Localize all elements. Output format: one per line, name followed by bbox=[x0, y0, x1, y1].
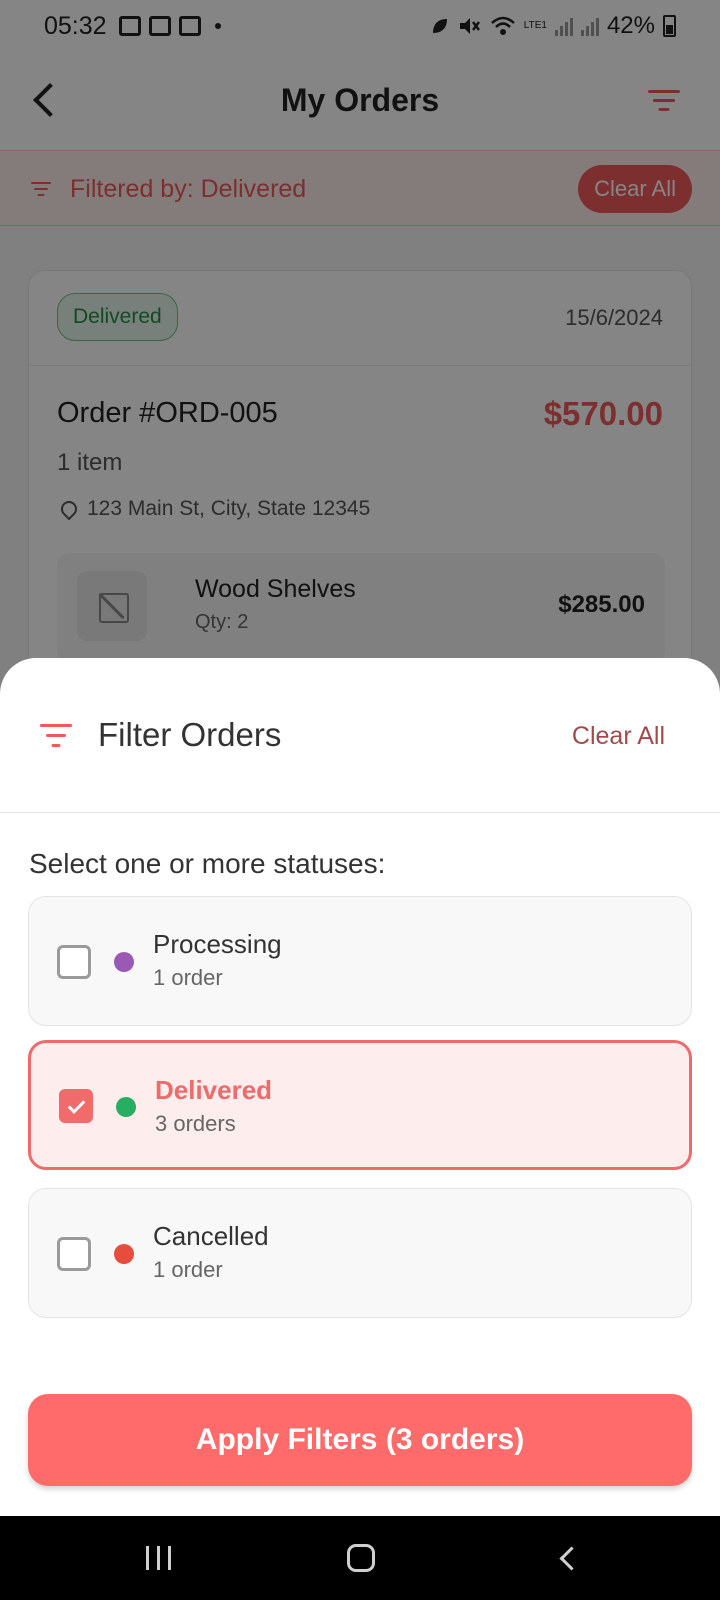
status-color-dot bbox=[116, 1097, 136, 1117]
status-option-delivered[interactable]: Delivered 3 orders bbox=[28, 1040, 692, 1170]
status-prompt: Select one or more statuses: bbox=[29, 848, 386, 879]
checkbox[interactable] bbox=[59, 1089, 93, 1123]
clear-all-button[interactable]: Clear All bbox=[572, 722, 665, 751]
sheet-header: Filter Orders Clear All bbox=[0, 658, 720, 813]
system-nav-bar bbox=[0, 1516, 720, 1600]
status-color-dot bbox=[114, 1244, 134, 1264]
check-icon bbox=[67, 1096, 86, 1114]
system-back-button[interactable] bbox=[556, 1546, 580, 1570]
home-button[interactable] bbox=[347, 1544, 375, 1572]
checkbox[interactable] bbox=[57, 1237, 91, 1271]
sheet-title: Filter Orders bbox=[98, 716, 282, 753]
filter-bottom-sheet: Filter Orders Clear All Select one or mo… bbox=[0, 658, 720, 1516]
option-label: Delivered bbox=[155, 1075, 273, 1105]
status-option-cancelled[interactable]: Cancelled 1 order bbox=[28, 1188, 692, 1318]
filter-icon bbox=[40, 724, 72, 748]
option-count: 3 orders bbox=[155, 1111, 236, 1136]
checkbox[interactable] bbox=[57, 945, 91, 979]
option-count: 1 order bbox=[153, 1257, 223, 1282]
status-color-dot bbox=[114, 952, 134, 972]
option-label: Processing bbox=[153, 929, 282, 959]
apply-filters-button[interactable]: Apply Filters (3 orders) bbox=[28, 1394, 692, 1486]
status-option-processing[interactable]: Processing 1 order bbox=[28, 896, 692, 1026]
recent-apps-button[interactable] bbox=[146, 1546, 172, 1570]
option-label: Cancelled bbox=[153, 1221, 269, 1251]
option-count: 1 order bbox=[153, 965, 223, 990]
